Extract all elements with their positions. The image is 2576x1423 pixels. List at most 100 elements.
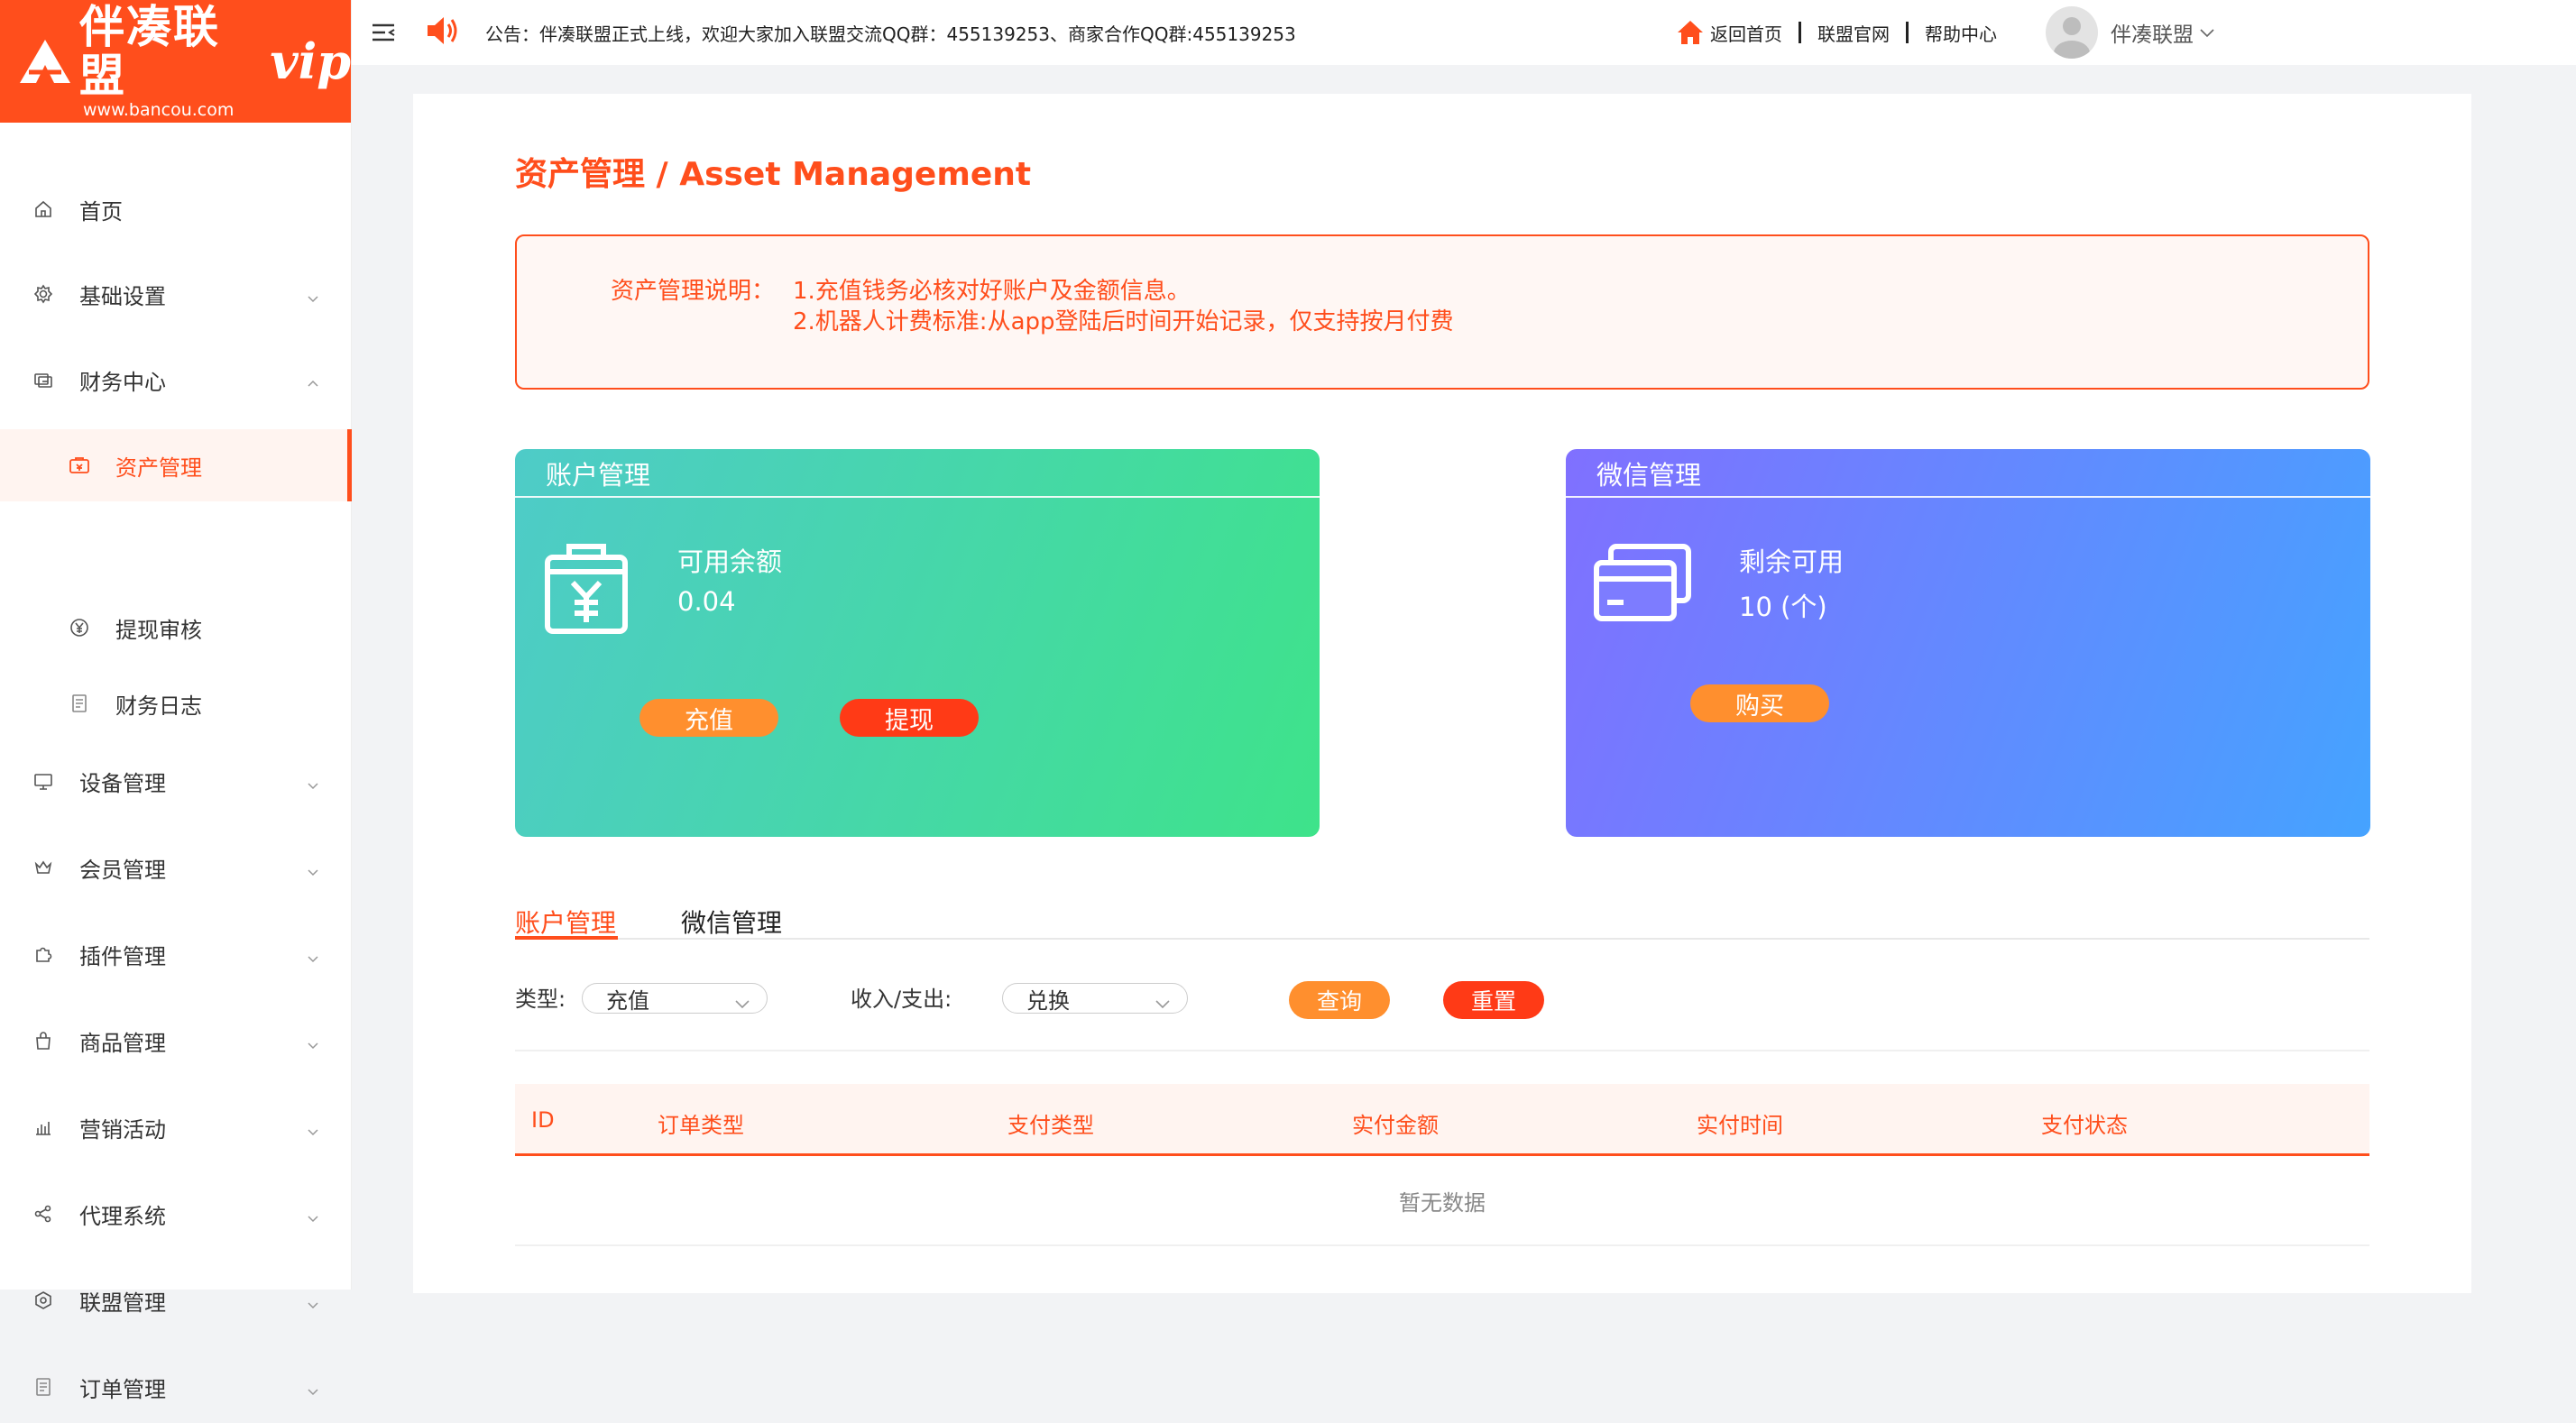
- sidebar-item-plugins[interactable]: 插件管理: [0, 918, 352, 990]
- card-divider: [515, 496, 1320, 498]
- chevron-down-icon: [307, 945, 319, 963]
- menu-toggle-button[interactable]: [352, 0, 415, 65]
- transactions-table: ID 订单类型 支付类型 实付金额 实付时间 支付状态 暂无数据: [515, 1084, 2369, 1246]
- sidebar-item-label: 首页: [79, 198, 123, 225]
- back-home-link[interactable]: 返回首页: [1710, 20, 1782, 46]
- sidebar-item-withdraw-review[interactable]: 提现审核: [0, 592, 352, 664]
- info-notice-box: 资产管理说明： 1.充值钱务必核对好账户及金额信息。 2.机器人计费标准:从ap…: [515, 234, 2369, 390]
- reset-button[interactable]: 重置: [1443, 981, 1544, 1019]
- info-label: 资产管理说明：: [611, 278, 776, 305]
- list-icon: [31, 1374, 56, 1400]
- filter-bar: 类型: 充值 收入/支出: 兑换 查询 重置: [515, 978, 2369, 1032]
- bar-chart-icon: [31, 1115, 56, 1140]
- type-select[interactable]: 充值: [582, 983, 768, 1014]
- chevron-down-icon: [2199, 26, 2215, 39]
- remaining-label: 剩余可用: [1739, 546, 1845, 577]
- balance-label: 可用余额: [677, 546, 783, 577]
- buy-button[interactable]: 购买: [1690, 684, 1829, 722]
- puzzle-icon: [31, 941, 56, 967]
- sidebar-item-orders[interactable]: 订单管理: [0, 1351, 352, 1423]
- column-header-pay-type[interactable]: 支付类型: [1007, 1107, 1094, 1139]
- sidebar-item-agents[interactable]: 代理系统: [0, 1178, 352, 1250]
- sidebar-item-label: 设备管理: [79, 770, 166, 796]
- user-menu[interactable]: 伴凑联盟: [2046, 0, 2215, 65]
- chevron-down-icon: [307, 1291, 319, 1309]
- bag-icon: [31, 1028, 56, 1053]
- chevron-down-icon: [307, 285, 319, 303]
- chevron-down-icon: [734, 991, 750, 1016]
- wallet-yen-icon: [542, 541, 630, 640]
- sidebar-item-label: 插件管理: [79, 943, 166, 969]
- sidebar-item-label: 提现审核: [115, 617, 202, 643]
- avatar: [2046, 6, 2098, 59]
- sidebar-item-label: 财务日志: [115, 693, 202, 719]
- sidebar-item-products[interactable]: 商品管理: [0, 1005, 352, 1077]
- sidebar-item-label: 会员管理: [79, 857, 166, 883]
- wechat-card: 微信管理 剩余可用 10 (个) 购买: [1566, 449, 2370, 837]
- chevron-down-icon: [307, 1378, 319, 1396]
- sidebar-item-asset-management[interactable]: 资产管理: [0, 429, 352, 501]
- yen-circle-icon: [67, 615, 92, 640]
- tab-wechat-management[interactable]: 微信管理: [681, 904, 782, 940]
- column-header-order-type[interactable]: 订单类型: [658, 1107, 744, 1139]
- vip-badge: vip: [270, 32, 351, 90]
- official-site-link[interactable]: 联盟官网: [1817, 20, 1890, 46]
- user-name: 伴凑联盟: [2111, 23, 2194, 47]
- chevron-up-icon: [307, 371, 319, 387]
- home-icon: [31, 197, 56, 222]
- chevron-down-icon: [307, 858, 319, 877]
- credit-card-icon: [1593, 543, 1692, 628]
- gear-icon: [31, 281, 56, 307]
- io-select[interactable]: 兑换: [1002, 983, 1188, 1014]
- table-empty-state: 暂无数据: [515, 1156, 2369, 1246]
- speaker-icon: [426, 15, 462, 50]
- main-panel: 资产管理 / Asset Management 资产管理说明： 1.充值钱务必核…: [413, 94, 2471, 1293]
- sidebar-item-basic-settings[interactable]: 基础设置: [0, 258, 352, 330]
- column-header-amount[interactable]: 实付金额: [1352, 1107, 1439, 1139]
- withdraw-button[interactable]: 提现: [840, 699, 979, 737]
- column-header-pay-time[interactable]: 实付时间: [1697, 1107, 1783, 1139]
- card-divider: [1566, 496, 2370, 498]
- info-line: 2.机器人计费标准:从app登陆后时间开始记录，仅支持按月付费: [793, 308, 1454, 335]
- sidebar-item-home[interactable]: 首页: [0, 173, 352, 245]
- sidebar-item-finance-log[interactable]: 财务日志: [0, 667, 352, 739]
- brand-logo[interactable]: 伴凑联盟 www.bancou.com vip: [0, 0, 351, 123]
- document-icon: [67, 691, 92, 716]
- help-center-link[interactable]: 帮助中心: [1925, 20, 1997, 46]
- page-title: 资产管理 / Asset Management: [515, 156, 1032, 193]
- sidebar-item-label: 资产管理: [115, 454, 202, 481]
- link-separator: [1799, 22, 1801, 43]
- chevron-down-icon: [1155, 991, 1171, 1016]
- tab-bar: 账户管理 微信管理: [515, 904, 2369, 940]
- announcement: 公告：伴凑联盟正式上线，欢迎大家加入联盟交流QQ群：455139253、商家合作…: [426, 15, 1296, 50]
- finance-icon: [31, 367, 56, 392]
- chevron-down-icon: [307, 1118, 319, 1136]
- account-card: 账户管理 可用余额 0.04 充值 提现: [515, 449, 1320, 837]
- type-label: 类型:: [515, 987, 566, 1012]
- monitor-icon: [31, 768, 56, 794]
- sidebar-item-devices[interactable]: 设备管理: [0, 745, 352, 817]
- chevron-down-icon: [307, 1205, 319, 1223]
- recharge-button[interactable]: 充值: [639, 699, 778, 737]
- share-icon: [31, 1201, 56, 1226]
- sidebar-item-members[interactable]: 会员管理: [0, 831, 352, 904]
- menu-fold-icon: [373, 23, 395, 41]
- top-bar: 公告：伴凑联盟正式上线，欢迎大家加入联盟交流QQ群：455139253、商家合作…: [352, 0, 2576, 65]
- io-label: 收入/支出:: [851, 987, 952, 1012]
- chevron-down-icon: [307, 772, 319, 790]
- sidebar-item-label: 基础设置: [79, 283, 166, 309]
- sidebar: 伴凑联盟 www.bancou.com vip 首页 基础设置 财务中心 资产管…: [0, 0, 352, 1402]
- column-header-pay-status[interactable]: 支付状态: [2041, 1107, 2128, 1139]
- home-link-icon: [1676, 19, 1705, 46]
- sidebar-item-finance[interactable]: 财务中心: [0, 344, 352, 416]
- sidebar-item-marketing[interactable]: 营销活动: [0, 1091, 352, 1163]
- query-button[interactable]: 查询: [1289, 981, 1390, 1019]
- table-header: ID 订单类型 支付类型 实付金额 实付时间 支付状态: [515, 1084, 2369, 1156]
- hexagon-icon: [31, 1288, 56, 1313]
- sidebar-item-alliance[interactable]: 联盟管理: [0, 1264, 352, 1336]
- info-line: 1.充值钱务必核对好账户及金额信息。: [793, 278, 1191, 305]
- tab-account-management[interactable]: 账户管理: [515, 904, 618, 940]
- column-header-id[interactable]: ID: [531, 1107, 555, 1133]
- crown-icon: [31, 855, 56, 880]
- brand-name: 伴凑联盟: [79, 1, 220, 102]
